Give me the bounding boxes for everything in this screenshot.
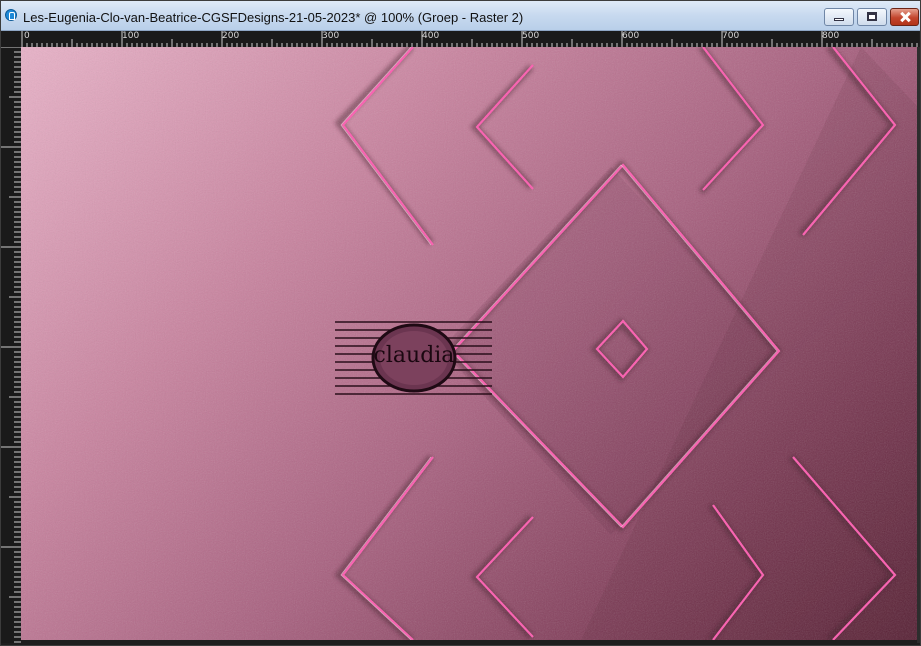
horizontal-ruler[interactable]: 0 100 200 300 400 500 600 700 800	[21, 31, 919, 47]
image-canvas[interactable]: claudia	[21, 47, 918, 640]
ruler-label: 500	[522, 31, 540, 41]
ruler-label: 200	[222, 31, 240, 41]
vertical-scrollbar[interactable]	[917, 47, 920, 643]
ruler-label: 100	[122, 31, 140, 41]
ruler-label: 0	[24, 31, 30, 41]
watermark-text: claudia	[374, 343, 455, 368]
vertical-ruler-ticks	[1, 47, 21, 643]
ruler-label: 800	[822, 31, 840, 41]
ruler-label: 300	[322, 31, 340, 41]
title-bar[interactable]: Les-Eugenia-Clo-van-Beatrice-CGSFDesigns…	[1, 1, 920, 31]
ruler-label: 700	[722, 31, 740, 41]
minimize-icon	[834, 18, 844, 21]
minimize-button[interactable]	[824, 8, 854, 26]
close-icon	[900, 11, 910, 22]
claudia-watermark: claudia	[335, 320, 492, 396]
vertical-ruler[interactable]	[1, 47, 21, 643]
maximize-button[interactable]	[857, 8, 887, 26]
image-window: Les-Eugenia-Clo-van-Beatrice-CGSFDesigns…	[0, 0, 921, 646]
app-icon[interactable]	[5, 9, 17, 21]
maximize-icon	[867, 12, 877, 21]
ruler-label: 400	[422, 31, 440, 41]
window-title: Les-Eugenia-Clo-van-Beatrice-CGSFDesigns…	[23, 10, 524, 25]
close-button[interactable]	[890, 8, 919, 26]
ruler-label: 600	[622, 31, 640, 41]
ruler-corner	[1, 31, 21, 47]
horizontal-ruler-ticks	[21, 31, 918, 47]
